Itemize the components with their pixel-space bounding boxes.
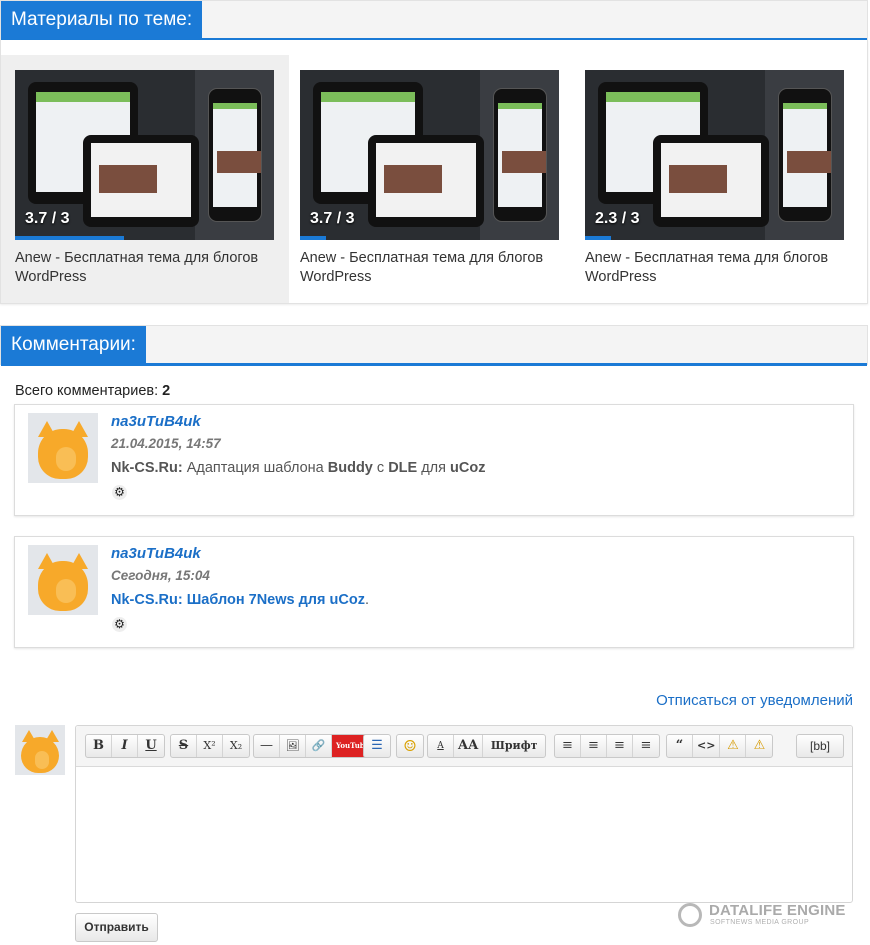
rating-label: 2.3 / 3 [595, 210, 640, 227]
gear-icon[interactable]: ⚙ [112, 617, 127, 632]
toolbar-group-blocks: “ <> ⚠ ⚠ [666, 734, 774, 758]
comment-link[interactable]: Шаблон 7News для uCoz [187, 592, 365, 608]
avatar[interactable] [28, 545, 98, 615]
link-icon[interactable]: 🔗 [306, 735, 332, 757]
toolbar-group-bbcode: [bb] [796, 734, 844, 758]
toolbar-group-align: ≡ ≡ ≡ ≡ [554, 734, 660, 758]
bbcode-button[interactable]: [bb] [797, 735, 843, 757]
comment-text-part: с [376, 460, 385, 476]
hr-button[interactable]: — [254, 735, 280, 757]
watermark-name: DATALIFE ENGINE [709, 902, 846, 919]
comments-title: Комментарии: [1, 326, 146, 363]
editor-toolbar: B I U S X² X₂ — 🖼 🔗 YouTube ☰ ☺ A AA Шри… [76, 726, 852, 767]
unsubscribe-link[interactable]: Отписаться от уведомлений [656, 692, 853, 709]
comment-text-part: . [364, 592, 369, 608]
comment-site: Nk-CS.Ru: [111, 460, 183, 476]
toolbar-group-format: B I U [85, 734, 165, 758]
color-icon[interactable]: A [428, 735, 454, 757]
quote-icon[interactable]: “ [667, 735, 693, 757]
code-icon[interactable]: <> [693, 735, 721, 757]
toolbar-group-script: S X² X₂ [170, 734, 250, 758]
comment-date: 21.04.2015, 14:57 [111, 436, 221, 451]
rating-label: 3.7 / 3 [25, 210, 70, 227]
related-header: Материалы по теме: [0, 0, 868, 41]
related-thumbnail[interactable]: 2.3 / 3 [585, 70, 844, 240]
comments-header: Комментарии: [0, 325, 868, 366]
toolbar-group-smiles: ☺ [396, 734, 424, 758]
related-list: 3.7 / 3 Anew - Бесплатная тема для блого… [0, 40, 868, 304]
comment-item: na3uTuB4uk Сегодня, 15:04 Nk-CS.Ru: Шабл… [14, 536, 854, 648]
comment-text-part: Адаптация шаблона [186, 460, 324, 476]
comment-textarea[interactable] [76, 767, 852, 902]
avatar[interactable] [28, 413, 98, 483]
font-select[interactable]: Шрифт [483, 735, 545, 757]
strike-button[interactable]: S [171, 735, 197, 757]
toolbar-group-font: A AA Шрифт [427, 734, 547, 758]
font-size-icon[interactable]: AA [454, 735, 484, 757]
related-title-link[interactable]: Anew - Бесплатная тема для блогов WordPr… [15, 249, 277, 287]
comment-text-bold: uCoz [450, 460, 486, 476]
related-section: Материалы по теме: 3.7 / 3 Anew - Беспла… [0, 0, 868, 304]
related-title-link[interactable]: Anew - Бесплатная тема для блогов WordPr… [585, 249, 847, 287]
comments-header-line [1, 363, 867, 366]
comment-text-part: для [421, 460, 446, 476]
comment-text: Nk-CS.Ru: Адаптация шаблона Buddy с DLE … [111, 460, 485, 476]
comment-date: Сегодня, 15:04 [111, 568, 210, 583]
comments-total-label: Всего комментариев: [15, 383, 159, 399]
bold-button[interactable]: B [86, 735, 112, 757]
align-right-icon[interactable]: ≡ [607, 735, 633, 757]
avatar [15, 725, 65, 775]
comment-author[interactable]: na3uTuB4uk [111, 545, 201, 562]
spoiler-icon[interactable]: ⚠ [720, 735, 747, 757]
comments-total: Всего комментариев: 2 [15, 383, 170, 399]
related-title-link[interactable]: Anew - Бесплатная тема для блогов WordPr… [300, 249, 562, 287]
align-center-icon[interactable]: ≡ [581, 735, 607, 757]
comments-total-count: 2 [162, 383, 171, 399]
related-card[interactable]: 3.7 / 3 Anew - Бесплатная тема для блого… [286, 55, 574, 303]
list-icon[interactable]: ☰ [364, 735, 390, 757]
underline-button[interactable]: U [138, 735, 164, 757]
comments-section: Комментарии: [0, 325, 868, 366]
toolbar-group-insert: — 🖼 🔗 YouTube [253, 734, 375, 758]
hide-icon[interactable]: ⚠ [746, 735, 772, 757]
watermark-sub: SOFTNEWS MEDIA GROUP [710, 919, 810, 926]
image-icon[interactable]: 🖼 [280, 735, 306, 757]
submit-button[interactable]: Отправить [75, 913, 158, 942]
rating-bar [15, 236, 124, 240]
comment-text: Nk-CS.Ru: Шаблон 7News для uCoz. [111, 592, 369, 608]
watermark: DATALIFE ENGINE SOFTNEWS MEDIA GROUP [678, 902, 848, 930]
related-card[interactable]: 3.7 / 3 Anew - Бесплатная тема для блого… [1, 55, 289, 303]
align-left-icon[interactable]: ≡ [555, 735, 581, 757]
related-thumbnail[interactable]: 3.7 / 3 [300, 70, 559, 240]
comment-text-bold: DLE [388, 460, 418, 476]
related-card[interactable]: 2.3 / 3 Anew - Бесплатная тема для блого… [571, 55, 859, 303]
rating-label: 3.7 / 3 [310, 210, 355, 227]
superscript-button[interactable]: X² [197, 735, 223, 757]
italic-button[interactable]: I [112, 735, 138, 757]
rating-bar [300, 236, 326, 240]
subscript-button[interactable]: X₂ [223, 735, 249, 757]
comment-site-link[interactable]: Nk-CS.Ru: [111, 592, 183, 608]
toolbar-group-list: ☰ [363, 734, 391, 758]
rating-bar [585, 236, 611, 240]
align-justify-icon[interactable]: ≡ [633, 735, 659, 757]
comment-text-bold: Buddy [327, 460, 373, 476]
gear-icon[interactable]: ⚙ [112, 485, 127, 500]
comment-editor: B I U S X² X₂ — 🖼 🔗 YouTube ☰ ☺ A AA Шри… [75, 725, 853, 903]
comment-item: na3uTuB4uk 21.04.2015, 14:57 Nk-CS.Ru: А… [14, 404, 854, 516]
related-title: Материалы по теме: [1, 1, 203, 38]
comment-author[interactable]: na3uTuB4uk [111, 413, 201, 430]
related-thumbnail[interactable]: 3.7 / 3 [15, 70, 274, 240]
dle-logo-icon [678, 903, 702, 927]
smile-icon[interactable]: ☺ [397, 735, 423, 757]
